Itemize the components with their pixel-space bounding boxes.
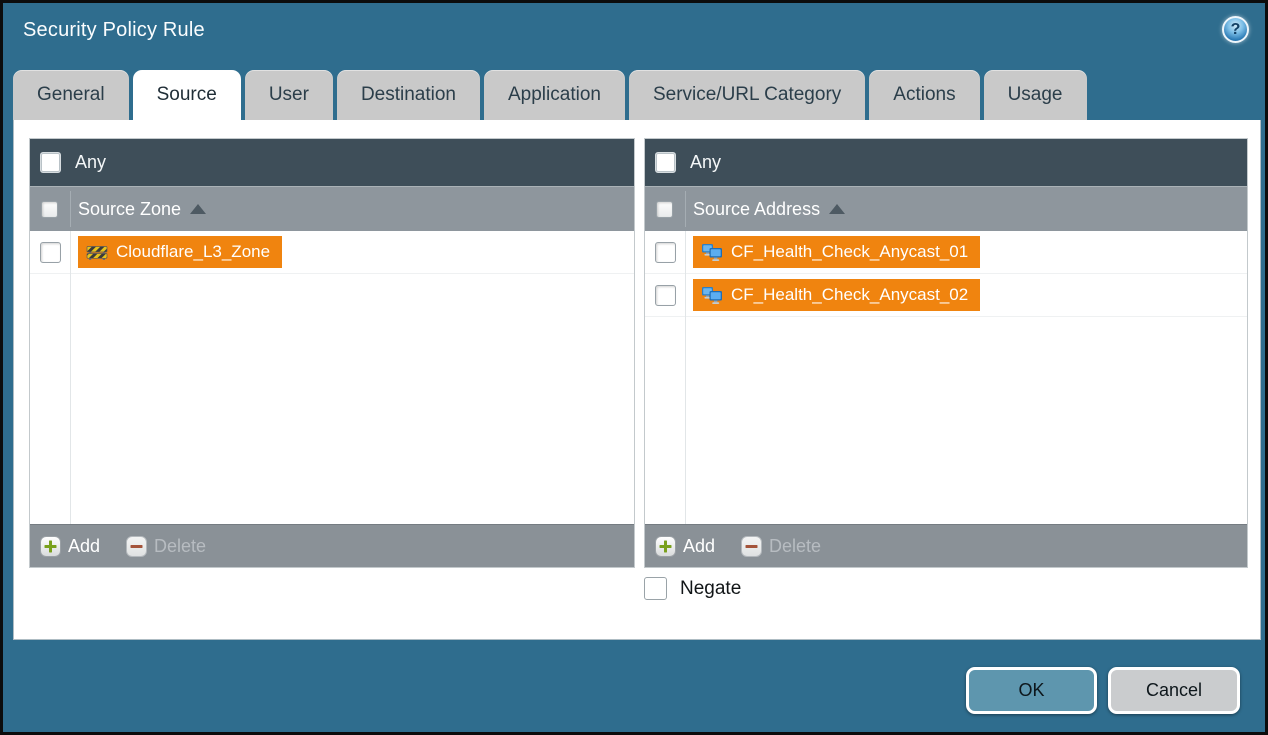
zone-list: Cloudflare_L3_Zone	[30, 231, 634, 524]
ok-button[interactable]: OK	[966, 667, 1097, 714]
zone-chip[interactable]: Cloudflare_L3_Zone	[78, 236, 282, 268]
zone-column-header-label: Source Zone	[78, 199, 181, 220]
table-row[interactable]: Cloudflare_L3_Zone	[30, 231, 634, 274]
negate-checkbox[interactable]	[644, 577, 667, 600]
zone-select-all-checkbox[interactable]	[41, 201, 58, 218]
column-divider	[685, 191, 686, 227]
tab-label: Source	[157, 84, 217, 106]
tab-actions[interactable]: Actions	[869, 70, 979, 120]
address-any-row: Any	[645, 139, 1247, 186]
delete-button[interactable]: Delete	[741, 536, 821, 557]
tab-label: Destination	[361, 84, 456, 106]
table-row[interactable]: CF_Health_Check_Anycast_02	[645, 274, 1247, 317]
address-list: CF_Health_Check_Anycast_01	[645, 231, 1247, 524]
tab-general[interactable]: General	[13, 70, 129, 120]
address-toolbar: Add Delete	[645, 524, 1247, 567]
delete-button[interactable]: Delete	[126, 536, 206, 557]
address-chip[interactable]: CF_Health_Check_Anycast_02	[693, 279, 980, 311]
address-any-label: Any	[690, 152, 721, 173]
delete-button-label: Delete	[769, 536, 821, 557]
source-tab-content: Any Source Zone	[13, 120, 1261, 640]
plus-icon	[40, 536, 61, 557]
tab-label: Usage	[1008, 84, 1063, 106]
tab-destination[interactable]: Destination	[337, 70, 480, 120]
tab-source[interactable]: Source	[133, 70, 241, 120]
tab-label: Application	[508, 84, 601, 106]
cancel-button[interactable]: Cancel	[1108, 667, 1240, 714]
minus-icon	[741, 536, 762, 557]
address-column-header-label: Source Address	[693, 199, 820, 220]
address-chip-label: CF_Health_Check_Anycast_01	[731, 242, 968, 262]
tab-usage[interactable]: Usage	[984, 70, 1087, 120]
tab-application[interactable]: Application	[484, 70, 625, 120]
table-row[interactable]: CF_Health_Check_Anycast_01	[645, 231, 1247, 274]
source-zone-panel: Any Source Zone	[29, 138, 635, 568]
add-button-label: Add	[68, 536, 100, 557]
tab-label: General	[37, 84, 105, 106]
address-chip-label: CF_Health_Check_Anycast_02	[731, 285, 968, 305]
security-policy-rule-dialog: Security Policy Rule ? General Source Us…	[0, 0, 1268, 735]
sort-ascending-icon	[190, 204, 206, 214]
tab-label: Actions	[893, 84, 955, 106]
row-checkbox[interactable]	[655, 285, 676, 306]
address-chip[interactable]: CF_Health_Check_Anycast_01	[693, 236, 980, 268]
tab-strip: General Source User Destination Applicat…	[13, 70, 1255, 120]
add-button[interactable]: Add	[40, 536, 100, 557]
column-divider	[70, 231, 71, 524]
minus-icon	[126, 536, 147, 557]
add-button[interactable]: Add	[655, 536, 715, 557]
zone-barrier-icon	[86, 244, 108, 261]
page-title: Security Policy Rule	[23, 19, 205, 42]
column-divider	[70, 191, 71, 227]
address-column-header[interactable]: Source Address	[645, 186, 1247, 231]
tab-user[interactable]: User	[245, 70, 333, 120]
zone-any-label: Any	[75, 152, 106, 173]
delete-button-label: Delete	[154, 536, 206, 557]
address-select-all-checkbox[interactable]	[656, 201, 673, 218]
zone-toolbar: Add Delete	[30, 524, 634, 567]
tab-service-url-category[interactable]: Service/URL Category	[629, 70, 865, 120]
zone-any-checkbox[interactable]	[40, 152, 61, 173]
column-divider	[685, 231, 686, 524]
help-icon[interactable]: ?	[1222, 16, 1249, 43]
address-any-checkbox[interactable]	[655, 152, 676, 173]
sort-ascending-icon	[829, 204, 845, 214]
source-address-panel: Any Source Address	[644, 138, 1248, 568]
negate-row: Negate	[644, 577, 741, 600]
zone-any-row: Any	[30, 139, 634, 186]
row-checkbox[interactable]	[655, 242, 676, 263]
titlebar: Security Policy Rule ?	[3, 3, 1265, 70]
zone-column-header[interactable]: Source Zone	[30, 186, 634, 231]
add-button-label: Add	[683, 536, 715, 557]
plus-icon	[655, 536, 676, 557]
zone-chip-label: Cloudflare_L3_Zone	[116, 242, 270, 262]
network-address-icon	[701, 243, 723, 262]
tab-label: Service/URL Category	[653, 84, 841, 106]
negate-label: Negate	[680, 578, 741, 600]
tab-label: User	[269, 84, 309, 106]
row-checkbox[interactable]	[40, 242, 61, 263]
network-address-icon	[701, 286, 723, 305]
